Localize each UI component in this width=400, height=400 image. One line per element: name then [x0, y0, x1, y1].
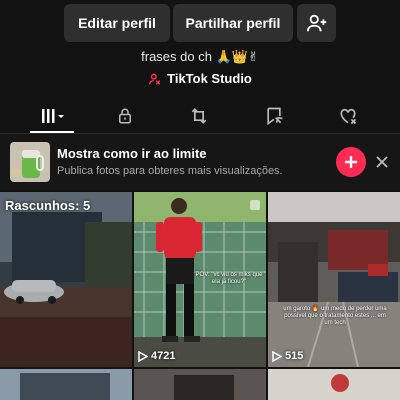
tab-private[interactable] [102, 98, 148, 134]
tab-liked[interactable] [325, 98, 371, 134]
studio-label: TikTok Studio [167, 71, 252, 86]
video-thumbnail-2[interactable]: um garoto 🔥 um medo de perder uma possív… [268, 192, 400, 367]
studio-person-icon [149, 73, 161, 85]
drafts-label: Rascunhos: 5 [5, 198, 91, 213]
repost-icon [191, 108, 207, 124]
bookmark-icon [267, 107, 283, 126]
video-2-views: 515 [272, 350, 303, 362]
video-2-view-count: 515 [285, 350, 304, 362]
drafts-cell[interactable]: Rascunhos: 5 [0, 192, 132, 367]
play-icon [272, 350, 282, 362]
active-tab-indicator [30, 131, 74, 133]
bio-text: frases do ch 🙏👑✌ [141, 49, 259, 64]
promo-banner[interactable]: Mostra como ir ao limite Publica fotos p… [0, 135, 400, 190]
video-thumbnail-1[interactable]: POV: "vc viu os mlks que ela já ficou?" … [134, 192, 266, 367]
video-1-view-count: 4721 [151, 350, 176, 362]
video-2-caption: um garoto 🔥 um medo de perder uma possív… [283, 306, 387, 326]
tiktok-studio-link[interactable]: TikTok Studio [0, 71, 400, 86]
video-thumbnail-4[interactable] [134, 369, 266, 400]
promo-title: Mostra como ir ao limite [57, 146, 207, 161]
tab-videos-grid[interactable] [30, 98, 76, 134]
video-thumbnail-5[interactable] [268, 369, 400, 400]
heart-icon [340, 108, 357, 125]
tab-reposts[interactable] [176, 98, 222, 134]
video-4-image [134, 369, 266, 400]
play-icon [138, 350, 148, 362]
profile-actions: Editar perfil Partilhar perfil [0, 4, 400, 42]
add-friend-button[interactable] [297, 4, 336, 42]
video-1-views: 4721 [138, 350, 175, 362]
tab-favorites[interactable] [251, 98, 297, 134]
profile-tabs [0, 98, 400, 134]
lock-icon [119, 108, 131, 124]
share-profile-button[interactable]: Partilhar perfil [173, 4, 293, 42]
plus-icon [345, 156, 357, 168]
drafts-thumbnail [0, 192, 132, 367]
promo-subtitle: Publica fotos para obteres mais visualiz… [57, 165, 283, 177]
video-3-image [0, 369, 132, 400]
grid-icon [42, 109, 64, 123]
video-thumbnail-3[interactable] [0, 369, 132, 400]
video-grid: Rascunhos: 5 POV: "vc viu os mlks que el… [0, 192, 400, 400]
edit-profile-button[interactable]: Editar perfil [64, 4, 170, 42]
promo-close-button[interactable] [373, 150, 391, 174]
close-icon [376, 156, 388, 168]
promo-add-button[interactable] [336, 147, 366, 177]
video-2-image [268, 192, 400, 367]
promo-thumbnail [10, 142, 50, 182]
person-plus-icon [306, 14, 326, 32]
video-5-image [268, 369, 400, 400]
video-1-caption: POV: "vc viu os mlks que ela já ficou?" [195, 272, 263, 285]
